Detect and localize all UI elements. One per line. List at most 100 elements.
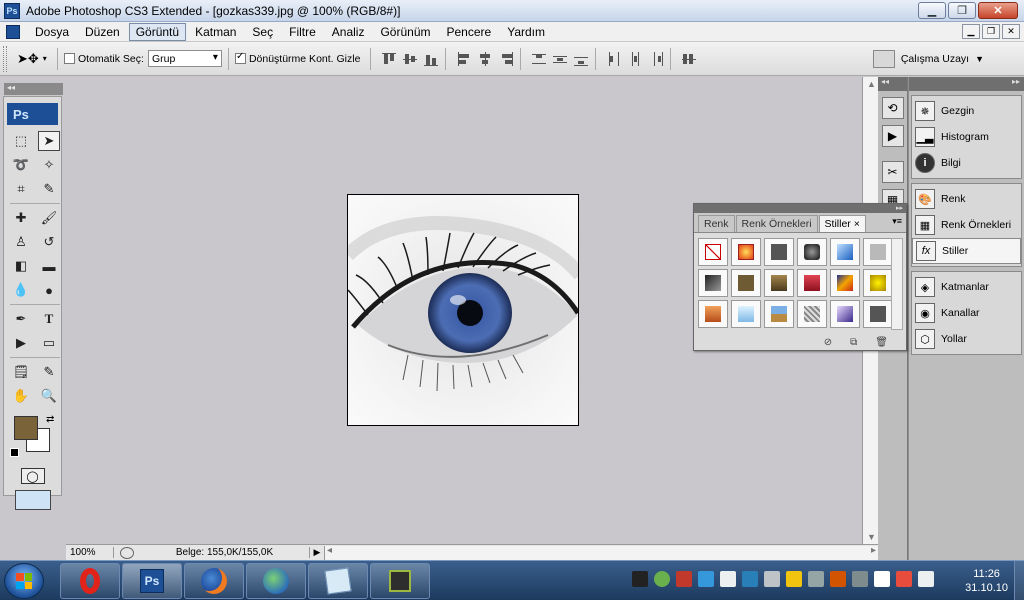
panel-renk[interactable]: 🎨 Renk (912, 186, 1021, 212)
start-button[interactable] (4, 563, 44, 599)
style-swatch[interactable] (797, 269, 827, 297)
menu-pencere[interactable]: Pencere (440, 23, 499, 41)
styles-scrollbar[interactable] (891, 238, 903, 330)
tray-usb-icon[interactable] (786, 571, 802, 587)
document-image-eye[interactable] (347, 194, 579, 426)
close-icon[interactable]: × (854, 218, 860, 230)
style-swatch[interactable] (764, 300, 794, 328)
tab-renk[interactable]: Renk (698, 215, 735, 232)
pen-tool-icon[interactable]: ✒ (10, 309, 32, 329)
healing-brush-tool-icon[interactable]: ✚ (10, 208, 32, 228)
tray-display-icon[interactable] (808, 571, 824, 587)
horizontal-scrollbar[interactable] (324, 545, 878, 560)
style-swatch[interactable] (698, 300, 728, 328)
style-swatch[interactable] (830, 300, 860, 328)
new-style-icon[interactable]: ⧉ (850, 337, 857, 348)
rectangle-tool-icon[interactable]: ▭ (38, 333, 60, 353)
history-brush-tool-icon[interactable]: ↺ (38, 232, 60, 252)
style-swatch[interactable] (731, 269, 761, 297)
collapse-panels-button[interactable]: ▸▸ (909, 77, 1024, 91)
menu-gorunum[interactable]: Görünüm (373, 23, 437, 41)
distribute-left-icon[interactable] (606, 51, 622, 67)
show-desktop-button[interactable] (1014, 561, 1024, 600)
style-swatch[interactable] (830, 238, 860, 266)
taskbar-network[interactable] (246, 563, 306, 599)
move-tool-icon[interactable]: ➤ (38, 131, 60, 151)
taskbar-opera[interactable] (60, 563, 120, 599)
tray-flag-icon[interactable] (896, 571, 912, 587)
tray-sound-icon[interactable] (918, 571, 934, 587)
tray-speaker-icon[interactable] (764, 571, 780, 587)
foreground-color-swatch[interactable] (14, 416, 38, 440)
menu-sec[interactable]: Seç (245, 23, 280, 41)
dodge-tool-icon[interactable]: ● (38, 280, 60, 300)
auto-select-checkbox[interactable] (64, 53, 75, 64)
style-swatch[interactable] (863, 269, 893, 297)
zoom-tool-icon[interactable]: 🔍 (38, 386, 60, 406)
tray-app-icon[interactable] (632, 571, 648, 587)
status-info-icon[interactable] (120, 546, 134, 559)
path-selection-tool-icon[interactable]: ▶ (10, 333, 32, 353)
style-swatch[interactable] (830, 269, 860, 297)
tray-refresh-icon[interactable] (852, 571, 868, 587)
screen-mode-button[interactable] (14, 490, 51, 510)
style-swatch[interactable] (863, 300, 893, 328)
style-swatch[interactable] (797, 238, 827, 266)
panel-katmanlar[interactable]: ◈ Katmanlar (912, 274, 1021, 300)
bridge-search-icon[interactable] (872, 50, 895, 68)
tool-preset-picker[interactable]: ➤✥ ▾ (17, 48, 51, 70)
panel-yollar[interactable]: ⬡ Yollar (912, 326, 1021, 352)
tray-adobe-icon[interactable] (676, 571, 692, 587)
history-panel-icon[interactable]: ⟲ (881, 97, 904, 119)
style-swatch[interactable] (698, 269, 728, 297)
hand-tool-icon[interactable]: ✋ (10, 386, 32, 406)
workspace-label[interactable]: Çalışma Uzayı (901, 53, 969, 65)
taskbar-notepad[interactable] (308, 563, 368, 599)
close-button[interactable]: ✕ (978, 2, 1018, 19)
align-bottom-icon[interactable] (423, 51, 439, 67)
tray-green-icon[interactable] (654, 571, 670, 587)
tray-device-icon[interactable] (874, 571, 890, 587)
distribute-right-icon[interactable] (648, 51, 664, 67)
toolbox-logo[interactable]: Ps (7, 103, 58, 125)
app-icon[interactable]: Ps (4, 2, 20, 19)
style-swatch[interactable] (797, 300, 827, 328)
taskbar-photoshop[interactable]: Ps (122, 563, 182, 599)
status-menu-icon[interactable]: ▶ (310, 547, 324, 558)
taskbar-clock[interactable]: 11:26 31.10.10 (965, 567, 1008, 595)
crop-tool-icon[interactable]: ⌗ (10, 179, 32, 199)
taskbar-camera[interactable] (370, 563, 430, 599)
zoom-level[interactable]: 100% (66, 547, 114, 558)
panel-gezgin[interactable]: ✵ Gezgin (912, 98, 1021, 124)
menu-dosya[interactable]: Dosya (28, 23, 76, 41)
panel-kanallar[interactable]: ◉ Kanallar (912, 300, 1021, 326)
auto-select-dropdown[interactable]: Grup (147, 50, 222, 67)
style-swatch[interactable] (764, 269, 794, 297)
distribute-vcenter-icon[interactable] (552, 51, 568, 67)
tab-renk-ornekleri[interactable]: Renk Örnekleri (735, 215, 818, 232)
scroll-down-icon[interactable]: ▼ (867, 532, 876, 542)
clear-style-icon[interactable]: ⊘ (824, 337, 832, 348)
panel-renk-ornekleri[interactable]: ▦ Renk Örnekleri (912, 212, 1021, 238)
distribute-bottom-icon[interactable] (573, 51, 589, 67)
style-swatch[interactable] (731, 300, 761, 328)
menu-analiz[interactable]: Analiz (325, 23, 372, 41)
tray-monitor-icon[interactable] (742, 571, 758, 587)
distribute-hcenter-icon[interactable] (627, 51, 643, 67)
styles-panel-collapse[interactable]: ▸▸ (694, 204, 906, 213)
menu-duzen[interactable]: Düzen (78, 23, 127, 41)
collapse-strip-button[interactable]: ◂◂ (878, 77, 907, 91)
swap-colors-icon[interactable]: ⇄ (46, 414, 54, 425)
menu-katman[interactable]: Katman (188, 23, 243, 41)
tool-presets-panel-icon[interactable]: ✂ (881, 161, 904, 183)
default-colors-icon[interactable] (10, 448, 19, 457)
options-grip[interactable] (3, 45, 7, 72)
panel-menu-icon[interactable]: ▾≡ (892, 216, 902, 227)
style-swatch[interactable] (764, 238, 794, 266)
tray-bridge-icon[interactable] (830, 571, 846, 587)
menu-goruntu[interactable]: Görüntü (128, 22, 187, 41)
align-top-icon[interactable] (381, 51, 397, 67)
gradient-tool-icon[interactable]: ▬ (38, 256, 60, 276)
align-left-icon[interactable] (456, 51, 472, 67)
eyedropper2-tool-icon[interactable]: ✎ (38, 362, 60, 382)
